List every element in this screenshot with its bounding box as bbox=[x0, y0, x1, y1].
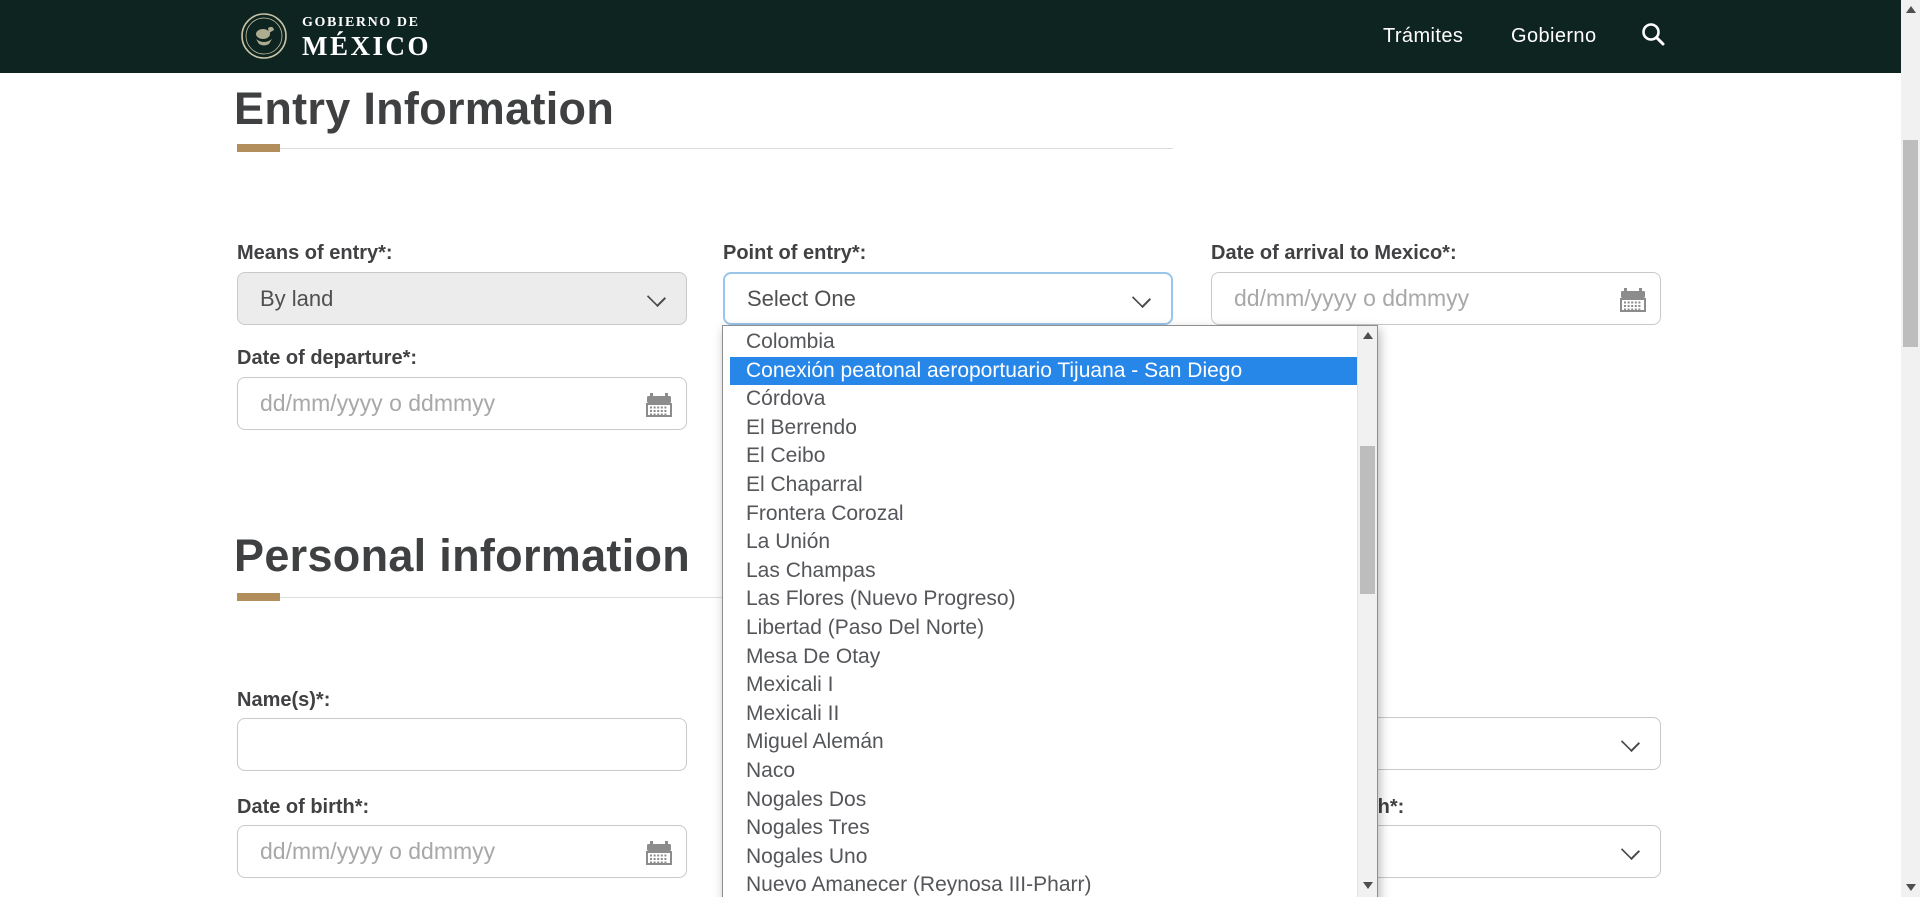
nav-link-tramites[interactable]: Trámites bbox=[1383, 25, 1463, 48]
point-of-entry-dropdown-list: ColombiaConexión peatonal aeroportuario … bbox=[722, 325, 1378, 897]
personal-information-title: Personal information bbox=[234, 530, 690, 582]
scrollbar-up-arrow-icon[interactable] bbox=[1363, 332, 1373, 339]
dropdown-option[interactable]: Libertad (Paso Del Norte) bbox=[730, 614, 1357, 643]
top-navbar: GOBIERNO DE MÉXICO Trámites Gobierno bbox=[0, 0, 1920, 73]
dropdown-option[interactable]: Córdova bbox=[730, 385, 1357, 414]
point-of-entry-label: Point of entry*: bbox=[723, 242, 866, 265]
dropdown-options: ColombiaConexión peatonal aeroportuario … bbox=[730, 328, 1357, 897]
chevron-down-icon bbox=[1621, 841, 1640, 860]
date-of-departure-label: Date of departure*: bbox=[237, 347, 417, 370]
gobmx-logotype[interactable]: GOBIERNO DE MÉXICO bbox=[302, 15, 431, 62]
search-icon[interactable] bbox=[1640, 21, 1666, 47]
entry-information-title: Entry Information bbox=[234, 83, 614, 135]
date-of-arrival-label: Date of arrival to Mexico*: bbox=[1211, 242, 1457, 265]
dropdown-option[interactable]: Las Champas bbox=[730, 557, 1357, 586]
dropdown-option[interactable]: El Chaparral bbox=[730, 471, 1357, 500]
dropdown-scrollbar-thumb[interactable] bbox=[1360, 446, 1375, 594]
date-of-birth-input[interactable] bbox=[238, 826, 686, 877]
gobmx-seal-icon[interactable] bbox=[240, 12, 288, 60]
logo-line-1: GOBIERNO DE bbox=[302, 15, 431, 31]
section-divider bbox=[237, 148, 1173, 149]
names-input[interactable] bbox=[238, 719, 686, 770]
point-of-entry-select[interactable]: Select One bbox=[723, 272, 1173, 325]
date-of-departure-input[interactable] bbox=[238, 378, 686, 429]
dropdown-option[interactable]: La Unión bbox=[730, 528, 1357, 557]
dropdown-option[interactable]: Colombia bbox=[730, 328, 1357, 357]
scrollbar-down-arrow-icon[interactable] bbox=[1906, 884, 1916, 891]
dropdown-option[interactable]: Nogales Dos bbox=[730, 786, 1357, 815]
dropdown-option[interactable]: Conexión peatonal aeroportuario Tijuana … bbox=[730, 357, 1357, 386]
dropdown-option[interactable]: Naco bbox=[730, 757, 1357, 786]
date-of-arrival-input[interactable] bbox=[1212, 273, 1660, 324]
scrollbar-up-arrow-icon[interactable] bbox=[1906, 6, 1916, 13]
date-of-birth-label: Date of birth*: bbox=[237, 796, 369, 819]
dropdown-scrollbar[interactable] bbox=[1357, 326, 1377, 897]
calendar-icon[interactable] bbox=[646, 392, 672, 418]
means-of-entry-label: Means of entry*: bbox=[237, 242, 393, 265]
logo-line-2: MÉXICO bbox=[302, 31, 431, 62]
means-of-entry-select[interactable]: By land bbox=[237, 272, 687, 325]
gold-accent-bar bbox=[237, 593, 280, 601]
dropdown-option[interactable]: Nogales Uno bbox=[730, 843, 1357, 872]
nav-link-gobierno[interactable]: Gobierno bbox=[1511, 25, 1596, 48]
page-scrollbar-thumb[interactable] bbox=[1903, 140, 1918, 347]
chevron-down-icon bbox=[1132, 289, 1151, 308]
page-scrollbar[interactable] bbox=[1901, 0, 1920, 897]
dropdown-option[interactable]: El Ceibo bbox=[730, 442, 1357, 471]
dropdown-option[interactable]: Mexicali I bbox=[730, 671, 1357, 700]
dropdown-option[interactable]: Nuevo Amanecer (Reynosa III-Pharr) bbox=[730, 871, 1357, 897]
dropdown-option[interactable]: Mexicali II bbox=[730, 700, 1357, 729]
dropdown-option[interactable]: Miguel Alemán bbox=[730, 728, 1357, 757]
calendar-icon[interactable] bbox=[646, 840, 672, 866]
dropdown-option[interactable]: Nogales Tres bbox=[730, 814, 1357, 843]
dropdown-option[interactable]: El Berrendo bbox=[730, 414, 1357, 443]
gold-accent-bar bbox=[237, 144, 280, 152]
page: GOBIERNO DE MÉXICO Trámites Gobierno Ent… bbox=[0, 0, 1920, 897]
means-of-entry-value: By land bbox=[260, 286, 333, 312]
dropdown-option[interactable]: Mesa De Otay bbox=[730, 643, 1357, 672]
dropdown-option[interactable]: Frontera Corozal bbox=[730, 500, 1357, 529]
point-of-entry-value: Select One bbox=[747, 286, 856, 312]
date-of-departure-field bbox=[237, 377, 687, 430]
chevron-down-icon bbox=[647, 288, 666, 307]
names-field bbox=[237, 718, 687, 771]
scrollbar-down-arrow-icon[interactable] bbox=[1363, 882, 1373, 889]
date-of-arrival-field bbox=[1211, 272, 1661, 325]
dropdown-option[interactable]: Las Flores (Nuevo Progreso) bbox=[730, 585, 1357, 614]
chevron-down-icon bbox=[1621, 733, 1640, 752]
names-label: Name(s)*: bbox=[237, 689, 330, 712]
calendar-icon[interactable] bbox=[1620, 287, 1646, 313]
date-of-birth-field bbox=[237, 825, 687, 878]
